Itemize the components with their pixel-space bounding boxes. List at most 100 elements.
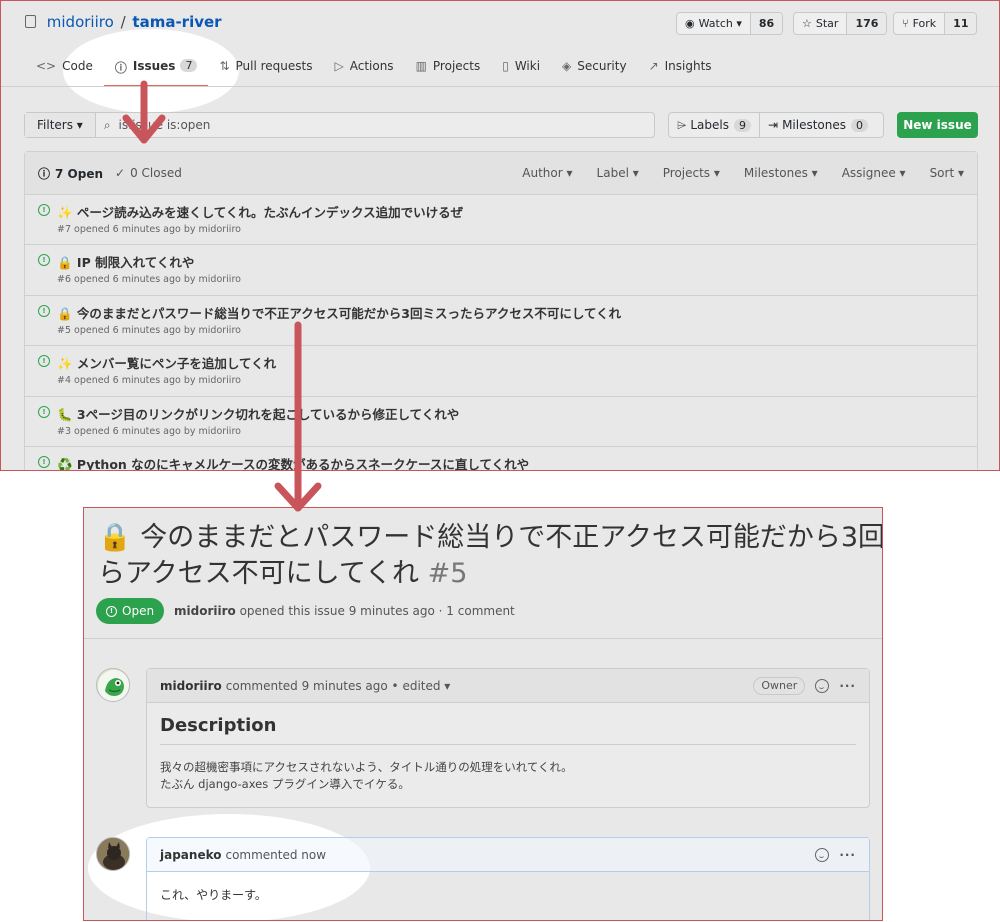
comment-heading: Description: [160, 715, 856, 745]
issue-title-link[interactable]: ✨ メンバー覧にペン子を追加してくれ: [57, 353, 276, 372]
watch-count[interactable]: 86: [749, 13, 783, 34]
tab-label: Security: [577, 59, 627, 73]
milestones-filter[interactable]: Milestones ▾: [744, 166, 818, 180]
issue-title-link[interactable]: 🔒 今のままだとパスワード総当りで不正アクセス可能だから3回ミスったらアクセス不…: [57, 303, 621, 322]
repo-slash: /: [120, 13, 126, 31]
tab-label: Projects: [432, 59, 481, 73]
tab-label: Pull requests: [235, 59, 313, 73]
new-issue-button[interactable]: New issue: [897, 112, 978, 138]
comment-author-link[interactable]: japaneko: [160, 848, 221, 862]
issue-opened-icon: ⓘ: [114, 61, 127, 75]
status-label: Open: [122, 604, 155, 618]
issue-title-link[interactable]: 🐛 3ページ目のリンクがリンク切れを起こしているから修正してくれや: [57, 404, 459, 423]
issue-meta: #3 opened 6 minutes ago by midoriiro: [57, 425, 241, 437]
issue-author-link[interactable]: midoriiro: [174, 604, 236, 618]
milestones-button[interactable]: ⇥ Milestones 0: [759, 113, 876, 137]
graph-icon: ↗: [648, 59, 659, 73]
labels-label: Labels: [690, 118, 729, 132]
avatar[interactable]: [96, 837, 130, 871]
eye-icon: ◉: [685, 17, 695, 30]
comment-meta[interactable]: commented now: [225, 848, 326, 862]
tab-security[interactable]: ◈ Security: [551, 53, 638, 87]
tab-pull-requests[interactable]: ⇅ Pull requests: [208, 53, 323, 87]
book-icon: ▯: [502, 59, 509, 73]
issue-detail-screenshot: 🔒 今のままだとパスワード総当りで不正アクセス可能だから3回 らアクセス不可にし…: [83, 507, 883, 921]
arrowhead-icon: [274, 482, 322, 512]
issue-meta: #5 opened 6 minutes ago by midoriiro: [57, 324, 241, 336]
issue-meta-line: midoriiro opened this issue 9 minutes ag…: [174, 604, 515, 618]
issues-list: ⓘ 7 Open ✓ 0 Closed Author ▾ Label ▾ Proje…: [24, 151, 978, 470]
issue-title-line2: らアクセス不可にしてくれ: [98, 558, 420, 589]
tag-icon: ⌲: [677, 117, 687, 132]
comment-author-link[interactable]: midoriiro: [160, 679, 222, 693]
search-input[interactable]: ⌕ is:issue is:open: [96, 113, 211, 137]
tab-label: Code: [62, 59, 93, 73]
tab-badge: 7: [180, 59, 198, 72]
comment-meta[interactable]: commented 9 minutes ago • edited ▾: [226, 679, 451, 693]
smiley-icon[interactable]: [815, 678, 830, 693]
issue-row: ! ✨ メンバー覧にペン子を追加してくれ #4 opened 6 minutes a…: [25, 346, 977, 397]
issue-opened-icon: !: [38, 455, 50, 468]
issue-row: ! ♻️ Python なのにキャメルケースの変数があるからスネークケースに直して…: [25, 447, 977, 470]
comment-body: これ、やりまーす。: [160, 888, 267, 902]
labels-milestones-group: ⌲ Labels 9 ⇥ Milestones 0: [668, 112, 884, 138]
issue-opened-icon: ⓘ: [38, 166, 51, 181]
repo-owner-link[interactable]: midoriiro: [47, 13, 114, 31]
projects-filter[interactable]: Projects ▾: [663, 166, 720, 180]
tab-projects[interactable]: ▥ Projects: [405, 53, 492, 87]
star-count[interactable]: 176: [846, 13, 887, 34]
fork-label: Fork: [912, 17, 937, 30]
tab-wiki[interactable]: ▯ Wiki: [491, 53, 551, 87]
watch-button[interactable]: ◉ Watch ▾ 86: [676, 12, 784, 35]
issue-title-link[interactable]: ♻️ Python なのにキャメルケースの変数があるからスネークケースに直してく…: [57, 454, 529, 470]
label-filter[interactable]: Label ▾: [597, 166, 639, 180]
tab-insights[interactable]: ↗ Insights: [638, 53, 723, 87]
kebab-menu-icon[interactable]: ···: [839, 848, 856, 862]
filters-button[interactable]: Filters ▾: [25, 113, 96, 137]
star-button[interactable]: ☆ Star 176: [793, 12, 888, 35]
star-icon: ☆: [802, 17, 812, 30]
comment-body: Description 我々の超機密事項にアクセスされないよう、タイトル通りの処…: [147, 703, 869, 805]
issue-row: ! ✨ ページ読み込みを速くしてくれ。たぶんインデックス追加でいけるぜ #7 ope…: [25, 195, 977, 246]
issue-title-link[interactable]: 🔒 IP 制限入れてくれや: [57, 252, 194, 271]
frog-avatar-icon: [98, 670, 129, 701]
comment-box: japaneko commented now ··· これ、やりまーす。: [146, 837, 870, 920]
issue-filter-menus: Author ▾ Label ▾ Projects ▾ Milestones ▾…: [498, 166, 964, 180]
open-count: 7 Open: [55, 166, 104, 181]
fork-button[interactable]: ⑂ Fork 11: [893, 12, 978, 35]
star-label: Star: [815, 17, 839, 30]
milestones-label: Milestones: [782, 118, 847, 132]
kebab-menu-icon[interactable]: ···: [839, 679, 856, 693]
watch-label: Watch ▾: [698, 17, 742, 30]
smiley-icon[interactable]: [815, 847, 830, 862]
tab-issues[interactable]: ⓘ Issues 7: [103, 53, 209, 87]
tab-divider: [1, 86, 999, 87]
owner-badge: Owner: [753, 676, 806, 695]
issue-number: #5: [427, 558, 468, 589]
tab-label: Issues: [132, 59, 176, 73]
avatar[interactable]: [96, 668, 130, 702]
tab-code[interactable]: <> Code: [25, 53, 104, 87]
author-filter[interactable]: Author ▾: [522, 166, 572, 180]
issue-opened-icon: !: [38, 204, 50, 216]
shield-icon: ◈: [562, 59, 572, 73]
issue-meta-text: opened this issue 9 minutes ago · 1 comm…: [239, 604, 515, 618]
sort-filter[interactable]: Sort ▾: [930, 166, 964, 180]
labels-count: 9: [734, 118, 751, 132]
issues-list-screenshot: midoriiro / tama-river ◉ Watch ▾ 86 ☆ Star…: [0, 0, 1000, 471]
fork-count[interactable]: 11: [944, 13, 977, 34]
issue-opened-icon: !: [38, 304, 50, 317]
repo-name-link[interactable]: tama-river: [132, 13, 221, 31]
labels-button[interactable]: ⌲ Labels 9: [669, 113, 759, 137]
issue-meta: #6 opened 6 minutes ago by midoriiro: [57, 274, 241, 286]
assignee-filter[interactable]: Assignee ▾: [842, 166, 906, 180]
milestones-count: 0: [851, 118, 869, 132]
issue-title-line1: 🔒 今のままだとパスワード総当りで不正アクセス可能だから3回: [98, 522, 883, 553]
issue-opened-icon: !: [38, 254, 50, 267]
play-icon: ▷: [334, 59, 344, 73]
issue-title-link[interactable]: ✨ ページ読み込みを速くしてくれ。たぶんインデックス追加でいけるぜ: [57, 202, 463, 221]
tab-actions[interactable]: ▷ Actions: [323, 53, 404, 87]
open-issues-toggle[interactable]: ⓘ 7 Open: [38, 165, 103, 182]
repo-nav-tabs: <> Code ⓘ Issues 7 ⇅ Pull requests ▷ Actions …: [25, 53, 723, 87]
closed-issues-toggle[interactable]: ✓ 0 Closed: [115, 166, 182, 180]
